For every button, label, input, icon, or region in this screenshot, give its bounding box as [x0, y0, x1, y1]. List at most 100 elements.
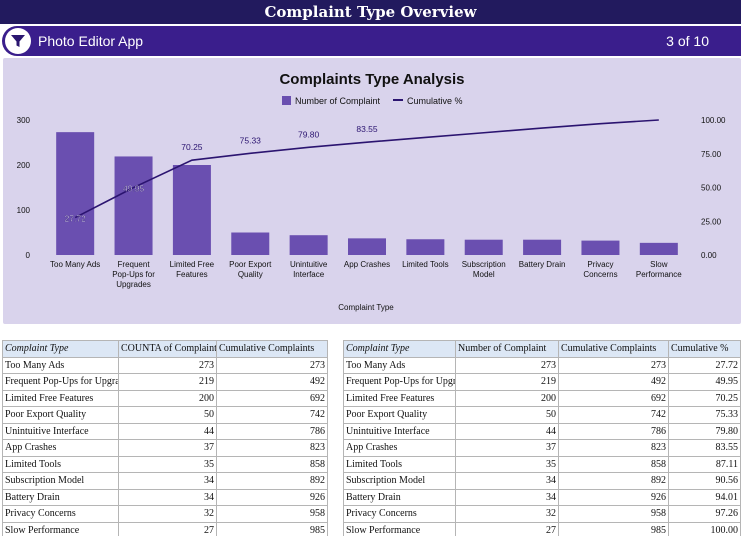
value-cell[interactable]: 786 — [558, 422, 669, 440]
filter-button[interactable] — [5, 28, 31, 54]
value-cell[interactable]: 27 — [455, 521, 559, 536]
value-cell[interactable]: 823 — [216, 439, 328, 457]
value-cell[interactable]: 892 — [558, 472, 669, 490]
bar[interactable] — [56, 132, 95, 255]
value-cell[interactable]: 823 — [558, 439, 669, 457]
value-cell[interactable]: 692 — [558, 389, 669, 407]
bar[interactable] — [348, 238, 386, 255]
value-cell[interactable]: 492 — [558, 373, 669, 391]
value-cell[interactable]: 273 — [455, 356, 559, 374]
value-cell[interactable]: 44 — [455, 422, 559, 440]
complaint-type-cell[interactable]: Subscription Model — [2, 472, 119, 490]
value-cell[interactable]: 37 — [118, 439, 217, 457]
value-cell[interactable]: 100.00 — [668, 521, 741, 536]
value-cell[interactable]: 492 — [216, 373, 328, 391]
legend-bar-label: Number of Complaint — [295, 96, 381, 106]
bar[interactable] — [464, 239, 503, 255]
value-cell[interactable]: 37 — [455, 439, 559, 457]
value-cell[interactable]: 786 — [216, 422, 328, 440]
value-cell[interactable]: 83.55 — [668, 439, 741, 457]
value-cell[interactable]: 958 — [558, 505, 669, 523]
value-cell[interactable]: 742 — [216, 406, 328, 424]
value-cell[interactable]: 32 — [118, 505, 217, 523]
complaint-type-cell[interactable]: Too Many Ads — [2, 356, 119, 374]
cumulative-line[interactable] — [74, 119, 659, 219]
value-cell[interactable]: 94.01 — [668, 488, 741, 506]
bar[interactable] — [231, 232, 270, 256]
bar[interactable] — [114, 156, 153, 255]
complaint-type-cell[interactable]: Frequent Pop-Ups for Upgrades — [343, 373, 456, 391]
value-cell[interactable]: 858 — [216, 455, 328, 473]
value-cell[interactable]: 34 — [455, 472, 559, 490]
value-cell[interactable]: 44 — [118, 422, 217, 440]
bar[interactable] — [172, 165, 211, 255]
table-row: App Crashes 37 823 — [2, 439, 328, 457]
data-label: 70.25 — [181, 142, 203, 152]
value-cell[interactable]: 50 — [455, 406, 559, 424]
table-row: Privacy Concerns 32 958 97.26 — [343, 505, 741, 523]
value-cell[interactable]: 34 — [118, 488, 217, 506]
value-cell[interactable]: 35 — [118, 455, 217, 473]
complaint-type-cell[interactable]: Limited Free Features — [343, 389, 456, 407]
value-cell[interactable]: 985 — [216, 521, 328, 536]
complaint-type-cell[interactable]: Limited Free Features — [2, 389, 119, 407]
value-cell[interactable]: 926 — [558, 488, 669, 506]
app-filter-bar: Photo Editor App 3 of 10 — [2, 26, 741, 56]
table-row: App Crashes 37 823 83.55 — [343, 439, 741, 457]
complaint-type-cell[interactable]: Poor Export Quality — [343, 406, 456, 424]
bar[interactable] — [523, 239, 562, 255]
value-cell[interactable]: 70.25 — [668, 389, 741, 407]
value-cell[interactable]: 49.95 — [668, 373, 741, 391]
value-cell[interactable]: 958 — [216, 505, 328, 523]
complaint-type-cell[interactable]: Limited Tools — [343, 455, 456, 473]
category-label: Pop-Ups for — [112, 270, 155, 279]
bar[interactable] — [406, 239, 445, 255]
table-header-row: Complaint Type COUNTA of Complaint Cumul… — [2, 340, 328, 358]
complaint-type-cell[interactable]: Battery Drain — [2, 488, 119, 506]
right-tick-label: 0.00 — [701, 251, 717, 260]
value-cell[interactable]: 27.72 — [668, 356, 741, 374]
value-cell[interactable]: 692 — [216, 389, 328, 407]
value-cell[interactable]: 219 — [118, 373, 217, 391]
value-cell[interactable]: 892 — [216, 472, 328, 490]
complaint-type-cell[interactable]: Poor Export Quality — [2, 406, 119, 424]
value-cell[interactable]: 27 — [118, 521, 217, 536]
complaint-type-cell[interactable]: Limited Tools — [2, 455, 119, 473]
value-cell[interactable]: 742 — [558, 406, 669, 424]
complaint-type-cell[interactable]: Privacy Concerns — [2, 505, 119, 523]
complaint-type-cell[interactable]: App Crashes — [343, 439, 456, 457]
value-cell[interactable]: 34 — [455, 488, 559, 506]
value-cell[interactable]: 90.56 — [668, 472, 741, 490]
bar[interactable] — [289, 235, 328, 255]
bar[interactable] — [639, 242, 678, 255]
value-cell[interactable]: 273 — [216, 356, 328, 374]
table-row: Privacy Concerns 32 958 — [2, 505, 328, 523]
bar[interactable] — [581, 240, 620, 255]
complaint-type-cell[interactable]: Frequent Pop-Ups for Upgrades — [2, 373, 119, 391]
value-cell[interactable]: 34 — [118, 472, 217, 490]
value-cell[interactable]: 200 — [118, 389, 217, 407]
value-cell[interactable]: 97.26 — [668, 505, 741, 523]
value-cell[interactable]: 273 — [558, 356, 669, 374]
value-cell[interactable]: 273 — [118, 356, 217, 374]
complaint-type-cell[interactable]: Slow Performance — [343, 521, 456, 536]
value-cell[interactable]: 75.33 — [668, 406, 741, 424]
complaint-type-cell[interactable]: Unintuitive Interface — [2, 422, 119, 440]
complaint-type-cell[interactable]: Too Many Ads — [343, 356, 456, 374]
value-cell[interactable]: 35 — [455, 455, 559, 473]
value-cell[interactable]: 79.80 — [668, 422, 741, 440]
complaint-type-cell[interactable]: Slow Performance — [2, 521, 119, 536]
value-cell[interactable]: 87.11 — [668, 455, 741, 473]
value-cell[interactable]: 50 — [118, 406, 217, 424]
value-cell[interactable]: 32 — [455, 505, 559, 523]
value-cell[interactable]: 219 — [455, 373, 559, 391]
value-cell[interactable]: 200 — [455, 389, 559, 407]
complaint-type-cell[interactable]: Privacy Concerns — [343, 505, 456, 523]
value-cell[interactable]: 926 — [216, 488, 328, 506]
value-cell[interactable]: 858 — [558, 455, 669, 473]
complaint-type-cell[interactable]: Subscription Model — [343, 472, 456, 490]
complaint-type-cell[interactable]: Unintuitive Interface — [343, 422, 456, 440]
complaint-type-cell[interactable]: Battery Drain — [343, 488, 456, 506]
value-cell[interactable]: 985 — [558, 521, 669, 536]
complaint-type-cell[interactable]: App Crashes — [2, 439, 119, 457]
